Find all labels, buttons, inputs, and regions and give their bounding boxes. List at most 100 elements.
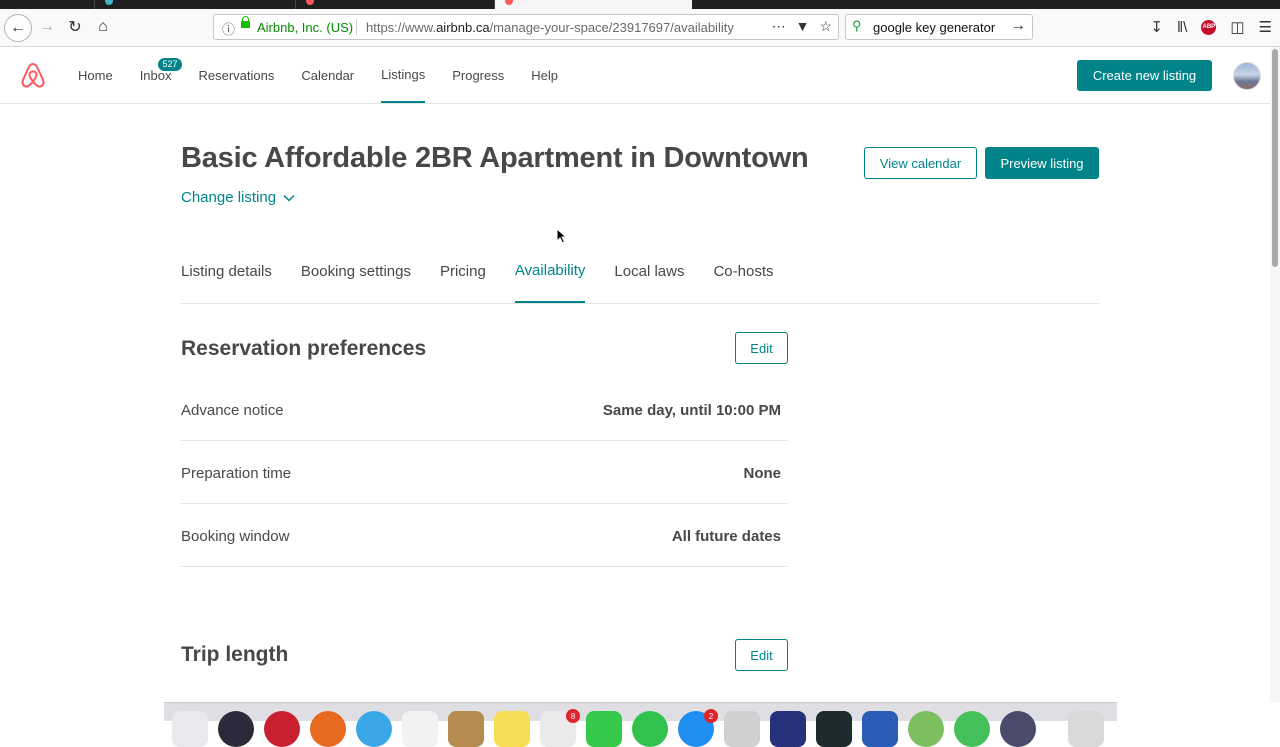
pref-row-advance-notice: Advance notice Same day, until 10:00 PM xyxy=(181,378,788,441)
safari-icon[interactable] xyxy=(356,711,392,747)
nav-reservations[interactable]: Reservations xyxy=(199,47,275,103)
scrollbar-thumb[interactable] xyxy=(1272,49,1278,267)
library-icon[interactable]: ‖\ xyxy=(1177,19,1187,36)
nav-listings-label: Listings xyxy=(381,66,426,82)
app-icon[interactable] xyxy=(1000,711,1036,747)
pref-row-booking-window: Booking window All future dates xyxy=(181,504,788,567)
word-icon[interactable] xyxy=(862,711,898,747)
app-icon[interactable] xyxy=(448,711,484,747)
pref-label: Advance notice xyxy=(181,402,284,419)
back-icon[interactable]: ← xyxy=(4,14,32,42)
nav-help-label: Help xyxy=(531,67,558,83)
trip-length-heading: Trip length xyxy=(181,643,289,666)
edit-trip-length-button[interactable]: Edit xyxy=(735,639,788,671)
tab-booking-settings[interactable]: Booking settings xyxy=(301,240,411,303)
nav-calendar-label: Calendar xyxy=(301,67,355,83)
reload-icon[interactable]: ↻ xyxy=(62,14,88,40)
tab-listing-details[interactable]: Listing details xyxy=(181,240,272,303)
tab-local-laws[interactable]: Local laws xyxy=(614,240,684,303)
macos-dock: 8 2 xyxy=(164,702,1117,747)
url-bar[interactable]: ⓘ Airbnb, Inc. (US) https://www.airbnb.c… xyxy=(213,14,839,40)
nav-calendar[interactable]: Calendar xyxy=(301,47,354,103)
calendar-icon[interactable] xyxy=(402,711,438,747)
app-icon[interactable] xyxy=(954,711,990,747)
edit-reservation-preferences-button[interactable]: Edit xyxy=(735,332,788,364)
dock-badge: 2 xyxy=(704,709,718,723)
preview-listing-button[interactable]: Preview listing xyxy=(985,147,1099,179)
siri-icon[interactable] xyxy=(218,711,254,747)
pref-row-preparation-time: Preparation time None xyxy=(181,441,788,504)
search-input[interactable]: ⚲ google key generator → xyxy=(845,14,1033,40)
change-listing-dropdown[interactable]: Change listing xyxy=(181,189,295,206)
app-icon[interactable] xyxy=(724,711,760,747)
chevron-down-icon xyxy=(283,195,295,202)
pref-value: Same day, until 10:00 PM xyxy=(602,402,781,419)
mouse-cursor-icon xyxy=(556,228,568,244)
notes-icon[interactable] xyxy=(494,711,530,747)
change-listing-label: Change listing xyxy=(181,189,277,206)
sidebar-icon[interactable]: ◫ xyxy=(1230,18,1244,36)
app-icon[interactable] xyxy=(908,711,944,747)
nav-reservations-label: Reservations xyxy=(198,67,275,83)
download-icon[interactable]: ↧ xyxy=(1150,18,1163,36)
bookmark-star-icon[interactable]: ☆ xyxy=(819,18,832,35)
url-domain: airbnb.ca xyxy=(436,20,490,35)
search-icon: ⚲ xyxy=(852,18,862,33)
reservation-preferences-heading: Reservation preferences xyxy=(181,337,427,360)
nav-help[interactable]: Help xyxy=(531,47,558,103)
avatar[interactable] xyxy=(1233,62,1261,90)
dock-badge: 8 xyxy=(566,709,580,723)
tab-pricing[interactable]: Pricing xyxy=(440,240,486,303)
firefox-icon[interactable] xyxy=(310,711,346,747)
url-identity: Airbnb, Inc. (US) xyxy=(257,20,354,35)
nav-inbox[interactable]: Inbox 527 xyxy=(140,47,182,103)
nav-listings[interactable]: Listings xyxy=(381,47,426,103)
trash-icon[interactable] xyxy=(1068,711,1104,747)
pref-value: All future dates xyxy=(671,528,781,545)
nav-home-label: Home xyxy=(78,67,113,83)
url-prefix: https://www. xyxy=(366,20,437,35)
view-calendar-button[interactable]: View calendar xyxy=(864,147,977,179)
inbox-count-badge: 527 xyxy=(158,58,182,71)
adblock-icon[interactable]: ABP xyxy=(1201,19,1217,35)
browser-toolbar: ← → ↻ ⌂ ⓘ Airbnb, Inc. (US) https://www.… xyxy=(0,9,1280,47)
terminal-icon[interactable] xyxy=(816,711,852,747)
url-path: /manage-your-space/23917697/availability xyxy=(489,20,734,35)
listing-tabs: Listing details Booking settings Pricing… xyxy=(181,240,1099,304)
airbnb-logo-icon[interactable] xyxy=(20,61,46,94)
finder-icon[interactable] xyxy=(172,711,208,747)
app-icon[interactable] xyxy=(264,711,300,747)
divider xyxy=(356,19,357,35)
nav-progress-label: Progress xyxy=(452,67,505,83)
create-new-listing-button[interactable]: Create new listing xyxy=(1077,60,1212,91)
home-icon[interactable]: ⌂ xyxy=(90,14,116,40)
browser-tab[interactable] xyxy=(296,0,495,9)
pocket-icon[interactable]: ▼ xyxy=(796,18,810,35)
tab-availability[interactable]: Availability xyxy=(514,240,586,303)
page-actions-icon[interactable]: ⋯ xyxy=(772,18,786,35)
browser-tab-active[interactable] xyxy=(495,0,692,9)
arrow-right-icon[interactable]: → xyxy=(1010,17,1026,35)
main-nav: Home Inbox 527 Reservations Calendar List… xyxy=(78,47,585,103)
info-icon[interactable]: ⓘ xyxy=(222,19,235,38)
pref-label: Booking window xyxy=(181,528,290,545)
lock-icon xyxy=(241,16,250,28)
menu-icon[interactable]: ☰ xyxy=(1259,18,1272,36)
facetime-icon[interactable] xyxy=(586,711,622,747)
messages-icon[interactable] xyxy=(632,711,668,747)
browser-tab[interactable] xyxy=(95,0,296,9)
browser-tab-strip xyxy=(0,0,1280,9)
app-icon[interactable] xyxy=(770,711,806,747)
page-title: Basic Affordable 2BR Apartment in Downto… xyxy=(181,142,809,174)
forward-icon[interactable]: → xyxy=(34,14,60,40)
browser-tab[interactable] xyxy=(693,0,793,9)
search-value: google key generator xyxy=(873,20,996,35)
scrollbar[interactable] xyxy=(1270,47,1280,702)
site-header: Home Inbox 527 Reservations Calendar List… xyxy=(0,47,1270,104)
url-text[interactable]: https://www.airbnb.ca/manage-your-space/… xyxy=(366,20,734,35)
nav-progress[interactable]: Progress xyxy=(452,47,504,103)
nav-home[interactable]: Home xyxy=(78,47,113,103)
browser-tab[interactable] xyxy=(0,0,95,9)
pref-value: None xyxy=(743,465,782,482)
tab-co-hosts[interactable]: Co-hosts xyxy=(713,240,773,303)
